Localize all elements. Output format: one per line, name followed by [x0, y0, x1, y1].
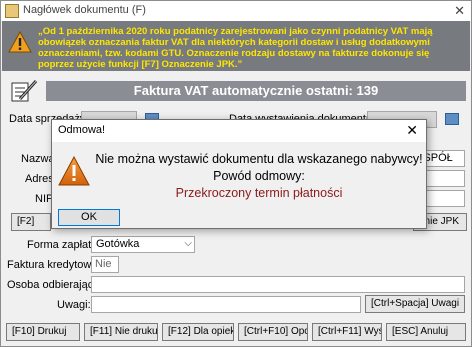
- care-button[interactable]: [F12] Dla opieki: [162, 323, 234, 341]
- document-header-window: Nagłówek dokumentu (F) ✕ „Od 1 październ…: [0, 0, 472, 347]
- buyer-address-label: Adres: [25, 173, 54, 185]
- gtu-info-banner: „Od 1 października 2020 roku podatnicy z…: [2, 21, 470, 71]
- print-button[interactable]: [F10] Drukuj: [6, 323, 80, 341]
- pen-icon: [10, 79, 38, 106]
- receiver-field[interactable]: [91, 276, 465, 293]
- warning-icon: [58, 155, 90, 189]
- dialog-close-button[interactable]: ✕: [406, 122, 418, 139]
- issue-date-calendar-icon[interactable]: [445, 113, 459, 125]
- document-title-bar: Faktura VAT automatycznie ostatni: 139: [46, 81, 466, 101]
- window-close-button[interactable]: ✕: [454, 3, 465, 19]
- notes-button[interactable]: [Ctrl+Spacja] Uwagi: [365, 295, 465, 313]
- dialog-message: Nie można wystawić dokumentu dla wskazan…: [95, 152, 423, 166]
- payment-method-value: Gotówka: [96, 238, 140, 250]
- bottom-button-bar: [F10] Drukuj [F11] Nie drukuj [F12] Dla …: [2, 319, 470, 345]
- header-row: Faktura VAT automatycznie ostatni: 139: [2, 79, 470, 103]
- notes-label: Uwagi:: [57, 299, 91, 311]
- dialog-body: Nie można wystawić dokumentu dla wskazan…: [52, 142, 426, 208]
- credit-invoice-field[interactable]: Nie: [91, 256, 119, 273]
- dialog-reason-text: Przekroczony termin płatności: [175, 186, 343, 200]
- cancel-button[interactable]: [ESC] Anuluj: [386, 323, 466, 341]
- options-button[interactable]: [Ctrl+F10] Opcje: [238, 323, 308, 341]
- window-title-bar: Nagłówek dokumentu (F) ✕: [1, 1, 471, 21]
- receiver-label: Osoba odbierająca:: [7, 279, 103, 291]
- buyer-name-label: Nazwa: [21, 153, 55, 165]
- payment-method-select[interactable]: Gotówka ⌵: [91, 236, 195, 253]
- banner-text: „Od 1 października 2020 roku podatnicy z…: [38, 26, 433, 70]
- payment-method-label: Forma zapłaty:: [27, 239, 100, 251]
- credit-invoice-label: Faktura kredytowa:: [7, 259, 101, 271]
- refusal-dialog: Odmowa! ✕ Nie można wystawić dokumentu d…: [51, 119, 427, 229]
- warning-icon: [8, 30, 32, 56]
- ok-button[interactable]: OK: [58, 209, 120, 226]
- f2-button[interactable]: [F2]: [11, 213, 51, 231]
- dialog-title: Odmowa!: [58, 124, 106, 136]
- window-title: Nagłówek dokumentu (F): [23, 4, 146, 16]
- notes-field[interactable]: [91, 296, 361, 313]
- app-icon: [5, 4, 19, 18]
- dialog-reason-label: Powód odmowy:: [213, 169, 305, 183]
- no-print-button[interactable]: [F11] Nie drukuj: [84, 323, 158, 341]
- send-button[interactable]: [Ctrl+F11] Wyślij: [312, 323, 382, 341]
- dialog-title-bar: Odmowa! ✕: [52, 120, 426, 142]
- chevron-down-icon: ⌵: [184, 238, 192, 249]
